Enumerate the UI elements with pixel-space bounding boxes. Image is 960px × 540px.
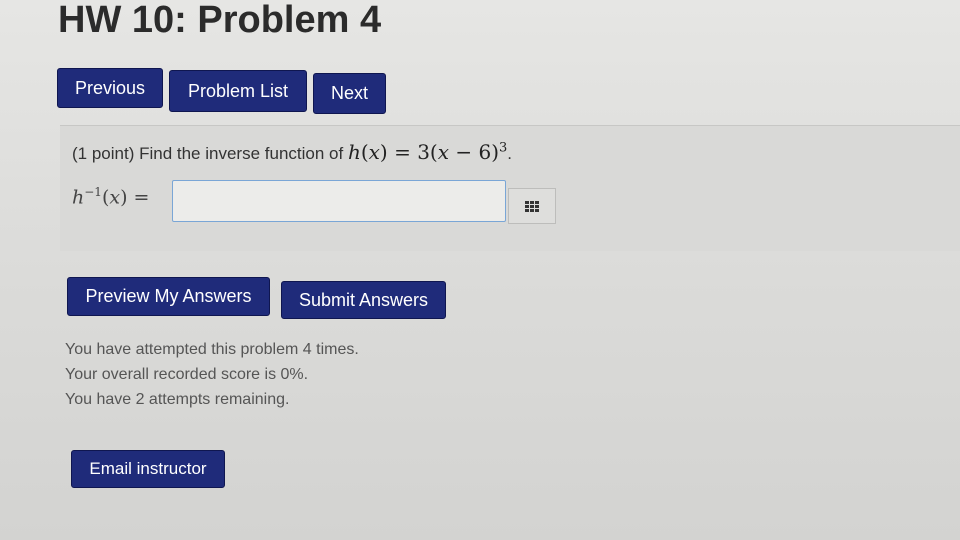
- answer-label-arg: x: [109, 186, 121, 209]
- prompt-text: (1 point) Find the inverse function of: [72, 144, 348, 163]
- remaining-text: You have 2 attempts remaining.: [65, 391, 290, 408]
- function-definition: h(x) = 3(x − 6)3: [347, 140, 508, 164]
- prompt-period: .: [507, 144, 513, 163]
- equation-editor-button[interactable]: [508, 188, 556, 224]
- previous-button[interactable]: Previous: [57, 68, 163, 108]
- answer-label: h−1(x) =: [72, 185, 150, 209]
- score-text: Your overall recorded score is 0%.: [65, 366, 309, 383]
- answer-label-name: h: [72, 186, 85, 209]
- attempts-text: You have attempted this problem 4 times.: [65, 341, 359, 358]
- page-title: HW 10: Problem 4: [58, 0, 382, 41]
- answer-label-sup: −1: [84, 185, 102, 199]
- grid-icon: [525, 200, 539, 212]
- function-expr-var: x: [437, 140, 450, 164]
- problem-prompt: (1 point) Find the inverse function of h…: [72, 140, 512, 164]
- answer-input[interactable]: [172, 180, 506, 222]
- attempt-status: You have attempted this problem 4 times.…: [65, 337, 359, 412]
- function-arg: x: [368, 140, 380, 164]
- problem-list-button[interactable]: Problem List: [169, 70, 307, 112]
- email-instructor-button[interactable]: Email instructor: [71, 450, 225, 488]
- submit-answers-button[interactable]: Submit Answers: [281, 281, 446, 319]
- function-expr-prefix: = 3(: [387, 140, 438, 164]
- function-name: h: [347, 140, 361, 164]
- function-expr-mid: − 6): [449, 140, 500, 164]
- next-button[interactable]: Next: [313, 73, 386, 114]
- preview-answers-button[interactable]: Preview My Answers: [67, 277, 270, 316]
